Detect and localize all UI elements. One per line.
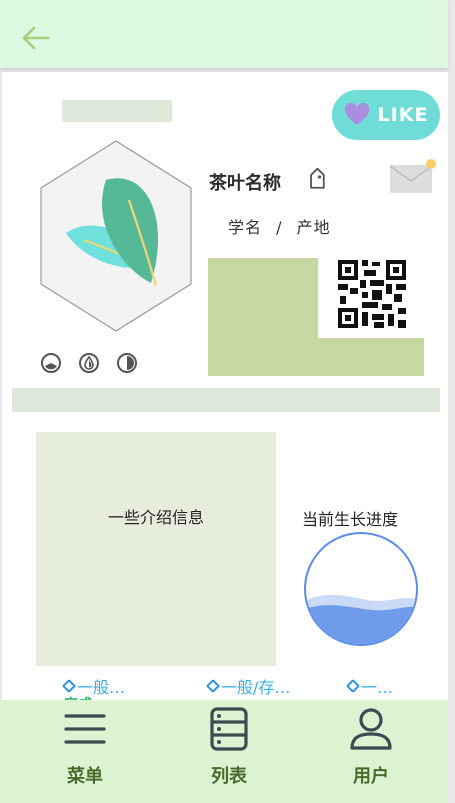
diamond-icon xyxy=(205,678,221,694)
name-placeholder-bar xyxy=(62,100,172,122)
nav-menu[interactable]: 菜单 xyxy=(40,706,130,788)
tab-label: 一般/存… xyxy=(221,678,291,697)
diamond-icon xyxy=(345,678,361,694)
heart-icon xyxy=(344,103,369,125)
half-circle-icon xyxy=(116,352,138,374)
drop-icon xyxy=(78,352,100,374)
tab-general-2[interactable]: 一般/存… xyxy=(205,674,291,698)
like-button[interactable]: LIKE xyxy=(332,90,440,140)
nav-menu-label: 菜单 xyxy=(67,766,103,787)
list-icon xyxy=(210,707,248,751)
progress-circle xyxy=(304,532,418,646)
bottom-nav: 菜单 列表 用户 xyxy=(0,700,448,803)
nav-user[interactable]: 用户 xyxy=(326,706,416,788)
tag-icon[interactable] xyxy=(304,168,328,192)
nav-user-label: 用户 xyxy=(353,766,389,787)
tea-leaf-avatar xyxy=(40,140,192,332)
tab-label: 一… xyxy=(361,678,394,697)
diamond-icon xyxy=(61,678,77,694)
nav-list[interactable]: 列表 xyxy=(184,706,274,788)
scientific-name-origin: 学名 / 产地 xyxy=(228,218,331,237)
qr-code-icon[interactable] xyxy=(336,258,408,330)
info-bar xyxy=(12,388,440,412)
intro-text: 一些介绍信息 xyxy=(107,508,204,527)
status-icons xyxy=(40,352,138,374)
tea-detail-card: LIKE 茶叶名称 学名 / 产地 一些介绍信息 当前生长进度 一般… 一般/存… xyxy=(2,72,448,702)
progress-title: 当前生长进度 xyxy=(302,510,399,529)
mail-icon[interactable] xyxy=(388,157,438,195)
menu-icon xyxy=(64,714,106,744)
arrow-left-icon[interactable] xyxy=(18,20,54,56)
like-label: LIKE xyxy=(377,104,429,126)
tea-name: 茶叶名称 xyxy=(209,173,281,194)
tab-general-3[interactable]: 一… xyxy=(345,674,394,698)
top-bar xyxy=(0,0,448,68)
nav-list-label: 列表 xyxy=(211,766,247,787)
intro-box: 一些介绍信息 xyxy=(36,432,276,666)
moon-icon xyxy=(40,352,62,374)
user-icon xyxy=(350,708,392,750)
